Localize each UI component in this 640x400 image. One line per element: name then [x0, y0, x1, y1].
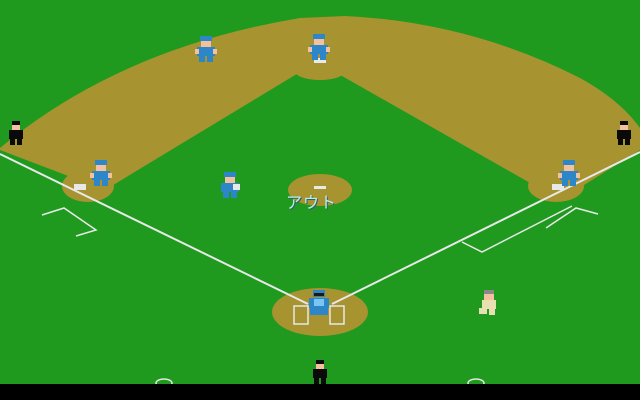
fielder-icon	[90, 160, 112, 186]
right-umpire	[614, 120, 634, 146]
umpire-icon	[313, 360, 327, 384]
left-umpire	[6, 120, 26, 146]
fielder-icon	[221, 172, 240, 198]
catcher	[306, 289, 332, 319]
third-baseman	[88, 158, 114, 188]
fielder-icon	[558, 160, 580, 186]
third-base	[74, 184, 86, 190]
runner-icon	[479, 290, 496, 315]
home-umpire	[310, 359, 330, 385]
bottom-border	[0, 384, 640, 400]
first-baseman	[556, 158, 582, 188]
umpire-icon	[617, 121, 631, 145]
shortstop	[217, 170, 243, 200]
umpire-icon	[9, 121, 23, 145]
umpire-call-text: アウト	[286, 193, 338, 212]
fielder-icon	[308, 34, 330, 60]
fielder-icon	[195, 36, 217, 62]
catcher-icon	[309, 290, 329, 315]
runner	[476, 288, 502, 318]
baseball-field-screen: アウト	[0, 0, 640, 400]
center-fielder	[193, 34, 219, 64]
second-baseman	[306, 32, 332, 62]
